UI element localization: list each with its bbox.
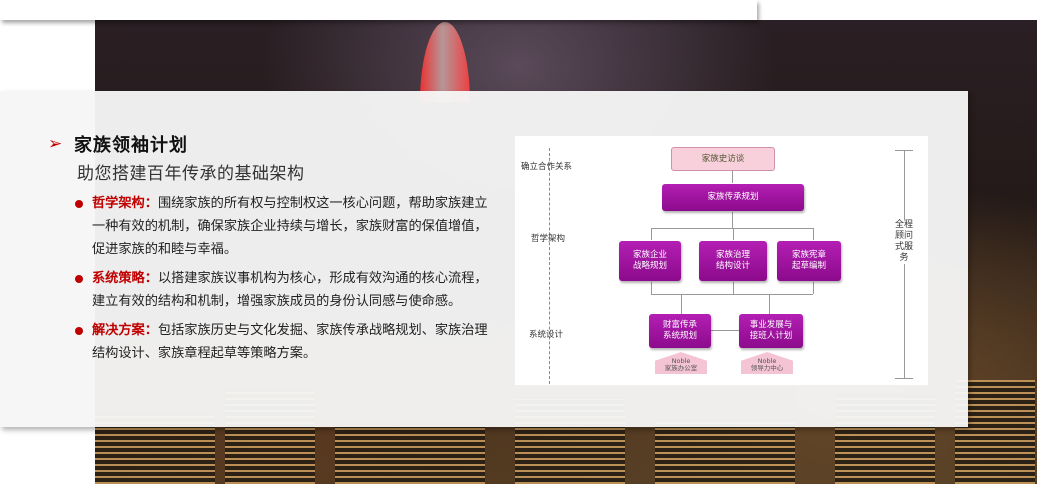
connector xyxy=(681,294,682,314)
connector xyxy=(651,282,652,294)
bullet-item-solution: 解决方案：包括家族历史与文化发掘、家族传承战略规划、家族治理结构设计、家族章程起… xyxy=(75,319,493,365)
process-diagram: 确立合作关系 哲学架构 系统设计 全程顾问式服务 家族史访谈 家族传承规划 家族… xyxy=(515,136,928,385)
top-slide-strip xyxy=(0,0,757,20)
section-heading: ➢ 家族领袖计划 xyxy=(48,131,188,157)
connector xyxy=(733,228,734,240)
red-dot-icon xyxy=(75,275,83,283)
heading-title: 家族领袖计划 xyxy=(74,135,188,156)
box-governance: 家族治理 结构设计 xyxy=(699,241,767,281)
bullet-item-system: 系统策略：以搭建家族议事机构为核心，形成有效沟通的核心流程，建立有效的结构和机制… xyxy=(75,267,493,313)
red-dot-icon xyxy=(75,200,83,208)
label-system-design: 系统设计 xyxy=(529,330,564,340)
brace-bottom xyxy=(895,378,913,379)
bullet-title: 解决方案： xyxy=(92,323,158,338)
left-dashed-divider xyxy=(549,148,550,384)
bullet-list: 哲学架构：围绕家族的所有权与控制权这一核心问题，帮助家族建立一种有效的机制，确保… xyxy=(75,192,493,371)
office-name: 领导力中心 xyxy=(750,364,784,372)
box-family-history: 家族史访谈 xyxy=(671,147,775,171)
label-partnership: 确立合作关系 xyxy=(521,162,573,172)
office-badge-leadership: Noble 领导力中心 xyxy=(741,352,793,374)
right-brace-line xyxy=(904,150,905,378)
box-succession-plan: 家族传承规划 xyxy=(662,184,804,211)
bullet-title: 系统策略： xyxy=(92,271,158,286)
box-successor-plan: 事业发展与 接班人计划 xyxy=(739,314,803,348)
connector xyxy=(651,294,813,295)
office-name: 家族办公室 xyxy=(664,364,698,372)
office-badge-family: Noble 家族办公室 xyxy=(655,352,707,374)
box-wealth-transfer: 财富传承 系统规划 xyxy=(649,314,711,348)
subtitle: 助您搭建百年传承的基础架构 xyxy=(77,164,305,184)
connector xyxy=(732,212,733,228)
bullet-title: 哲学架构： xyxy=(92,196,158,211)
bullet-item-philosophy: 哲学架构：围绕家族的所有权与控制权这一核心问题，帮助家族建立一种有效的机制，确保… xyxy=(75,192,493,261)
label-full-service: 全程顾问式服务 xyxy=(894,220,914,264)
label-philosophy: 哲学架构 xyxy=(531,234,566,244)
box-constitution: 家族宪章 起草编制 xyxy=(777,241,841,281)
connector xyxy=(651,228,652,240)
connector xyxy=(651,228,813,229)
connector xyxy=(813,228,814,240)
connector xyxy=(711,330,739,331)
connector xyxy=(813,282,814,294)
arrow-bullet-icon: ➢ xyxy=(48,134,63,154)
connector xyxy=(732,170,733,183)
connector xyxy=(769,294,770,314)
connector xyxy=(733,282,734,294)
box-enterprise-strategy: 家族企业 战略规划 xyxy=(619,241,681,281)
red-dot-icon xyxy=(75,327,83,335)
